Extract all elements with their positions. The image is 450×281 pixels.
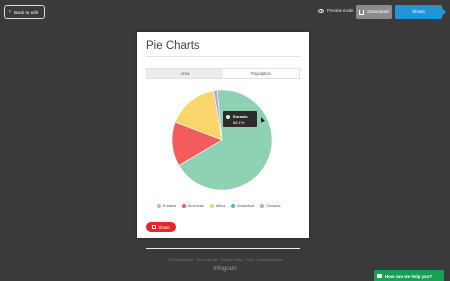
share-icon bbox=[152, 225, 157, 229]
chart-legend: Eurasia Americas Africa Antarctica Oceania bbox=[157, 204, 280, 208]
legend-item-oceania[interactable]: Oceania bbox=[260, 204, 280, 208]
legend-item-africa[interactable]: Africa bbox=[209, 204, 226, 208]
legend-item-americas[interactable]: Americas bbox=[181, 204, 204, 208]
legend-item-eurasia[interactable]: Eurasia bbox=[157, 204, 176, 208]
tooltip-value: 68.1% bbox=[233, 119, 245, 125]
legend-label: Oceania bbox=[266, 204, 281, 208]
legend-label: Americas bbox=[187, 204, 204, 208]
legend-label: Africa bbox=[215, 204, 226, 208]
card-share-label: Share bbox=[158, 224, 170, 230]
chat-bubble-icon bbox=[377, 274, 382, 278]
legend-swatch bbox=[157, 204, 161, 208]
tooltip-name: Eurasia bbox=[233, 113, 248, 119]
legend-swatch bbox=[181, 204, 186, 208]
tooltip-swatch bbox=[226, 115, 230, 119]
footer-links[interactable]: ©2016 Infogram · Terms of Use · Privacy … bbox=[0, 258, 450, 262]
legend-label: Antarctica bbox=[237, 204, 255, 208]
help-label: How can we help you? bbox=[385, 273, 433, 279]
legend-swatch bbox=[260, 204, 265, 208]
card-share-button[interactable]: Share bbox=[146, 222, 176, 232]
help-chat-button[interactable]: How can we help you? bbox=[374, 270, 444, 281]
legend-label: Eurasia bbox=[163, 204, 176, 208]
pie-chart bbox=[171, 89, 273, 191]
legend-item-antarctica[interactable]: Antarctica bbox=[231, 204, 254, 208]
chart-tooltip: Eurasia 68.1% bbox=[223, 111, 257, 127]
legend-swatch bbox=[209, 204, 214, 208]
legend-swatch bbox=[231, 204, 236, 208]
